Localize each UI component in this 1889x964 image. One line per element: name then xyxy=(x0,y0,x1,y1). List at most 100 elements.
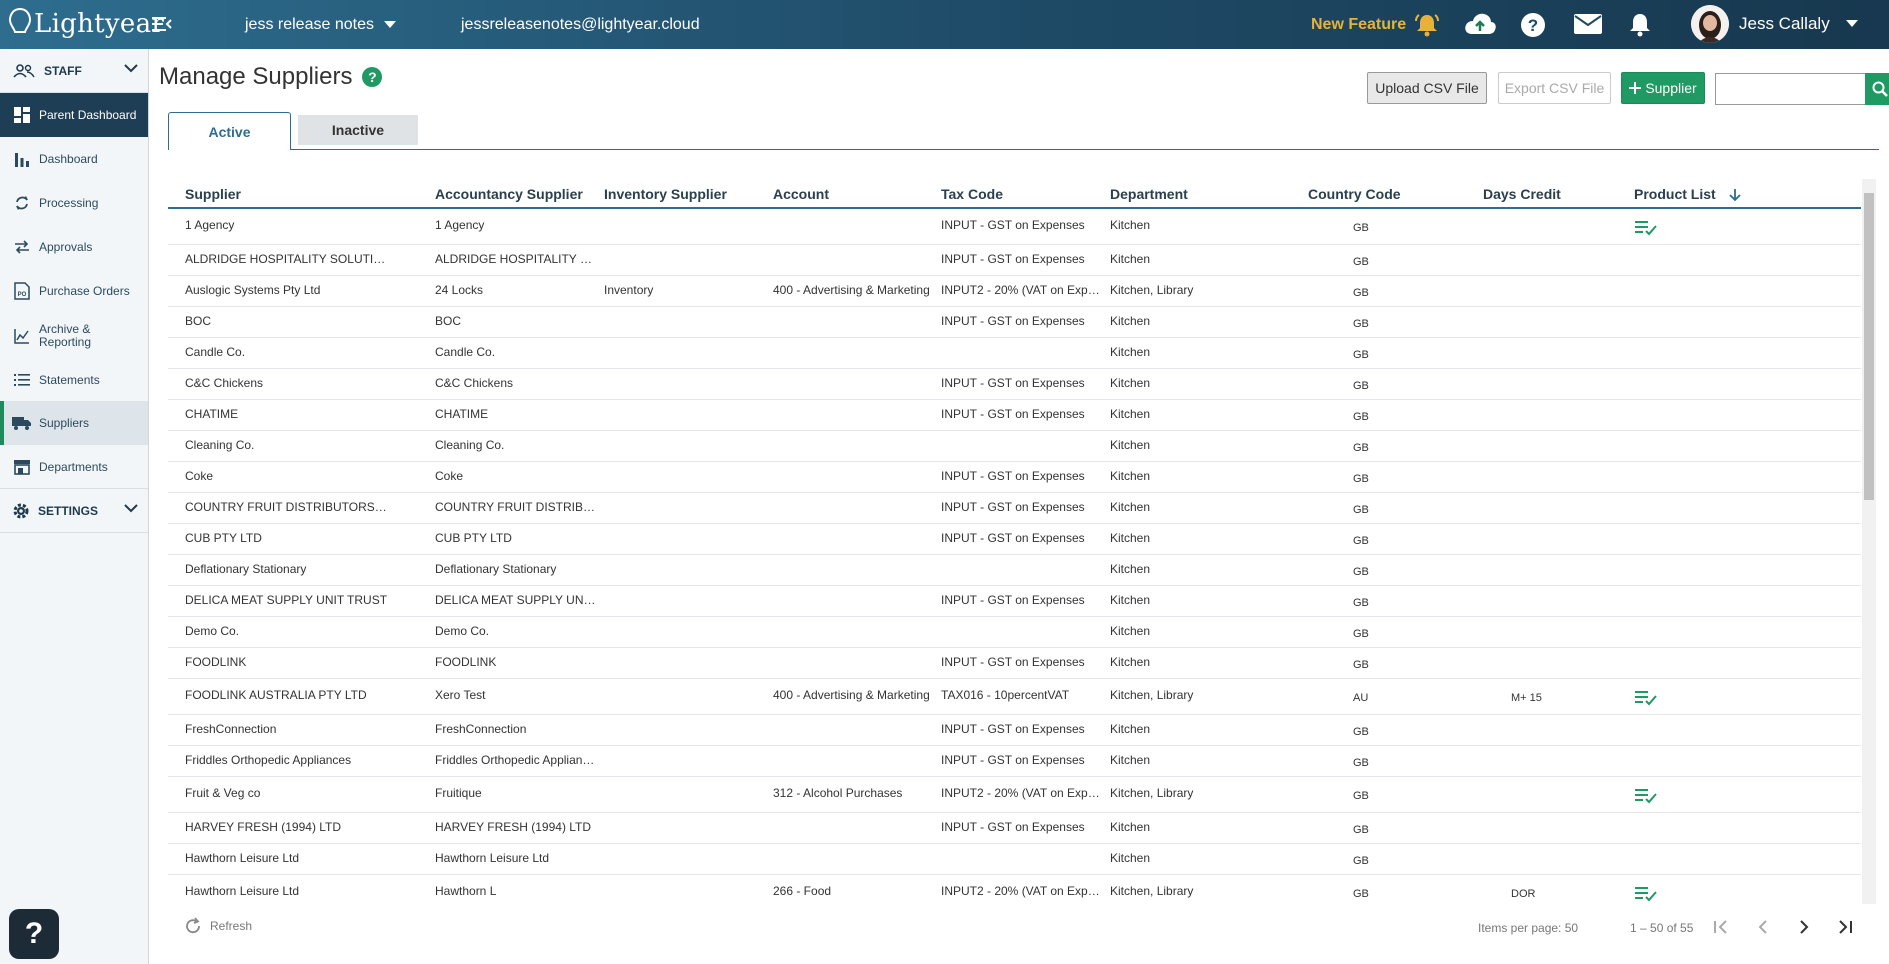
table-row[interactable]: Hawthorn Leisure Ltd Hawthorn L 266 - Food… xyxy=(168,875,1861,904)
column-header[interactable]: Accountancy Supplier xyxy=(435,186,583,202)
cell-dept: Kitchen xyxy=(1110,819,1151,834)
table-row[interactable]: Demo Co. Demo Co. Kitchen GB xyxy=(168,617,1861,648)
cell-supplier: Demo Co. xyxy=(185,623,240,638)
column-header[interactable]: Tax Code xyxy=(941,186,1003,202)
lightyear-logo[interactable]: Lightyear xyxy=(8,4,164,44)
export-csv-button[interactable]: Export CSV File xyxy=(1498,72,1611,104)
table-row[interactable]: BOC BOC INPUT - GST on Expenses Kitchen GB xyxy=(168,307,1861,338)
table-row[interactable]: ALDRIDGE HOSPITALITY SOLUTIONS ALDRIDGE H… xyxy=(168,245,1861,276)
product-list-icon[interactable] xyxy=(1635,886,1657,902)
cell-dept: Kitchen, Library xyxy=(1110,688,1194,702)
cell-tax: INPUT - GST on Expenses xyxy=(941,530,1085,545)
mail-icon[interactable] xyxy=(1574,14,1602,39)
help-circle-icon[interactable]: ? xyxy=(1520,12,1546,43)
prev-page-icon[interactable] xyxy=(1753,917,1773,942)
table-row[interactable]: Fruit & Veg co Fruitique 312 - Alcohol Pur… xyxy=(168,777,1861,813)
top-bar: Lightyear jess release notes jessrelease… xyxy=(0,0,1889,49)
add-supplier-button[interactable]: Supplier xyxy=(1621,72,1705,104)
table-row[interactable]: CUB PTY LTD CUB PTY LTD INPUT - GST on Exp… xyxy=(168,524,1861,555)
sidebar-item-approvals[interactable]: Approvals xyxy=(0,225,148,269)
table-row[interactable]: DELICA MEAT SUPPLY UNIT TRUST DELICA MEAT… xyxy=(168,586,1861,617)
user-name: Jess Callaly xyxy=(1739,14,1830,33)
first-page-icon[interactable] xyxy=(1711,917,1731,942)
sidebar-item-dashboard[interactable]: Dashboard xyxy=(0,137,148,181)
product-list-icon[interactable] xyxy=(1635,220,1657,236)
table-row[interactable]: FOODLINK AUSTRALIA PTY LTD Xero Test 400 -… xyxy=(168,679,1861,715)
column-header[interactable]: Department xyxy=(1110,186,1188,202)
column-header[interactable]: Country Code xyxy=(1308,186,1401,202)
sort-descending-icon[interactable] xyxy=(1729,188,1741,202)
new-feature-button[interactable]: New Feature xyxy=(1311,13,1440,37)
table-row[interactable]: 1 Agency 1 Agency INPUT - GST on Expenses K… xyxy=(168,209,1861,245)
refresh-button[interactable]: Refresh xyxy=(184,917,252,935)
table-row[interactable]: Hawthorn Leisure Ltd Hawthorn Leisure Ltd… xyxy=(168,844,1861,875)
column-header[interactable]: Supplier xyxy=(185,186,241,202)
last-page-icon[interactable] xyxy=(1835,917,1855,942)
table-row[interactable]: CHATIME CHATIME INPUT - GST on Expenses Kit… xyxy=(168,400,1861,431)
table-row[interactable]: Deflationary Stationary Deflationary Stat… xyxy=(168,555,1861,586)
user-menu[interactable]: Jess Callaly xyxy=(1691,5,1858,43)
table-row[interactable]: FOODLINK FOODLINK INPUT - GST on Expenses K… xyxy=(168,648,1861,679)
help-badge-icon[interactable]: ? xyxy=(362,67,383,87)
table-row[interactable]: Cleaning Co. Cleaning Co. Kitchen GB xyxy=(168,431,1861,462)
table-row[interactable]: C&C Chickens C&C Chickens INPUT - GST on E… xyxy=(168,369,1861,400)
notification-bell-icon[interactable] xyxy=(1628,12,1652,43)
sidebar-item-purchase-orders[interactable]: PO Purchase Orders xyxy=(0,269,148,313)
cell-tax: INPUT2 - 20% (VAT on Expen... xyxy=(941,282,1106,297)
items-per-page[interactable]: Items per page: 50 xyxy=(1478,921,1578,935)
column-header[interactable]: Inventory Supplier xyxy=(604,186,727,202)
list-icon xyxy=(12,373,32,387)
sidebar-item-suppliers[interactable]: Suppliers xyxy=(0,401,148,445)
tab-inactive[interactable]: Inactive xyxy=(298,115,418,145)
column-header[interactable]: Days Credit xyxy=(1483,186,1561,202)
caret-down-icon xyxy=(383,21,396,28)
table-row[interactable]: FreshConnection FreshConnection INPUT - GS… xyxy=(168,715,1861,746)
table-row[interactable]: Candle Co. Candle Co. Kitchen GB xyxy=(168,338,1861,369)
sidebar-item-statements[interactable]: Statements xyxy=(0,359,148,401)
cell-accountancy: CHATIME xyxy=(435,406,489,421)
cloud-upload-icon[interactable] xyxy=(1463,12,1497,41)
search-input[interactable] xyxy=(1715,73,1867,105)
company-selector[interactable]: jess release notes xyxy=(245,16,396,34)
users-icon xyxy=(13,63,35,78)
cell-country: GB xyxy=(1353,379,1369,392)
table-row[interactable]: HARVEY FRESH (1994) LTD HARVEY FRESH (199… xyxy=(168,813,1861,844)
cell-dept: Kitchen xyxy=(1110,218,1151,232)
scrollbar-thumb[interactable] xyxy=(1864,193,1874,500)
product-list-icon[interactable] xyxy=(1635,690,1657,706)
account-email: jessreleasenotes@lightyear.cloud xyxy=(461,16,700,33)
sidebar-item-departments[interactable]: Departments xyxy=(0,445,148,489)
menu-collapse-icon[interactable] xyxy=(152,16,172,37)
cell-dept: Kitchen, Library xyxy=(1110,282,1194,297)
sidebar-item-label: Processing xyxy=(39,196,99,210)
sidebar-item-archive-reporting[interactable]: Archive & Reporting xyxy=(0,313,148,359)
help-button-label: ? xyxy=(24,917,44,950)
help-button[interactable]: ? xyxy=(9,909,59,959)
cell-country: GB xyxy=(1353,823,1369,836)
cell-dept: Kitchen, Library xyxy=(1110,884,1194,898)
column-header[interactable]: Account xyxy=(773,186,829,202)
sidebar-item-processing[interactable]: Processing xyxy=(0,181,148,225)
table-row[interactable]: Coke Coke INPUT - GST on Expenses Kitchen GB xyxy=(168,462,1861,493)
search-button[interactable] xyxy=(1865,73,1889,105)
tab-active[interactable]: Active xyxy=(168,112,291,150)
sidebar-group-settings[interactable]: SETTINGS xyxy=(0,489,148,533)
add-supplier-label: Supplier xyxy=(1645,80,1697,96)
product-list-icon[interactable] xyxy=(1635,788,1657,804)
column-header[interactable]: Product List xyxy=(1634,186,1716,202)
upload-csv-button[interactable]: Upload CSV File xyxy=(1367,72,1487,104)
next-page-icon[interactable] xyxy=(1794,917,1814,942)
cell-country: GB xyxy=(1353,790,1369,802)
cell-supplier: Hawthorn Leisure Ltd xyxy=(185,884,300,898)
cell-supplier: FOODLINK AUSTRALIA PTY LTD xyxy=(185,688,367,702)
sidebar-group-staff[interactable]: STAFF xyxy=(0,49,148,93)
table-row[interactable]: Auslogic Systems Pty Ltd 24 Locks Inventor… xyxy=(168,276,1861,307)
cell-country: GB xyxy=(1353,627,1369,640)
grid-scrollbar[interactable] xyxy=(1862,179,1876,904)
table-row[interactable]: COUNTRY FRUIT DISTRIBUTORS (DUBBO) P... C… xyxy=(168,493,1861,524)
cell-supplier: Hawthorn Leisure Ltd xyxy=(185,850,300,865)
sidebar-item-parent-dashboard[interactable]: Parent Dashboard xyxy=(0,93,148,137)
tab-divider xyxy=(290,149,1879,150)
table-row[interactable]: Friddles Orthopedic Appliances Friddles O… xyxy=(168,746,1861,777)
search-icon xyxy=(1872,81,1888,97)
